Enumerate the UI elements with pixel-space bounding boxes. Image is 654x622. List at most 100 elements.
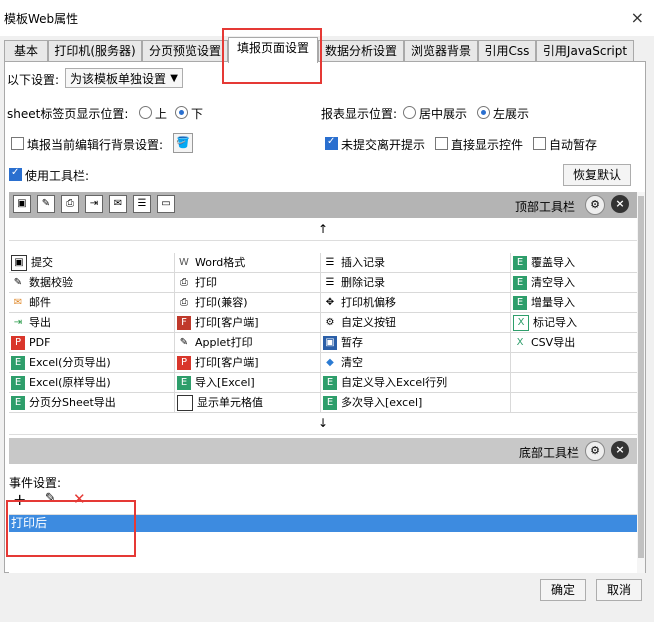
grid-cell-import-excel[interactable]: E 导入[Excel] [175,373,321,393]
scope-select[interactable]: 为该模板单独设置 ▼ [65,68,183,88]
grid-cell-incremental-import[interactable]: E 增量导入 [511,293,637,313]
move-down-button[interactable]: ↓ [9,416,637,435]
tab-css[interactable]: 引用Css [478,40,536,61]
event-item-after-print[interactable]: 打印后 [9,515,637,532]
excel-icon: E [513,296,527,310]
close-icon[interactable]: × [611,195,629,213]
radio-report-left[interactable] [477,106,490,119]
grid-cell-print-client[interactable]: F 打印[客户端] [175,313,321,333]
gear-icon[interactable]: ⚙ [585,441,605,461]
edit-icon[interactable]: ✎ [45,491,56,506]
grid-cell-empty [511,393,637,413]
grid-cell-print[interactable]: ⎙ 打印 [175,273,321,293]
scrollbar-thumb[interactable] [638,196,644,558]
email-icon[interactable]: ✉ [109,195,127,213]
gear-icon: ⚙ [325,317,335,328]
grid-cell-page-sheet-export[interactable]: E 分页分Sheet导出 [9,393,175,413]
radio-sheet-top[interactable] [139,106,152,119]
tab-printer-server[interactable]: 打印机(服务器) [48,40,142,61]
delete-icon[interactable]: ✕ [73,490,86,508]
gear-icon[interactable]: ⚙ [585,195,605,215]
grid-cell-insert-record[interactable]: ☰ 插入记录 [321,253,511,273]
grid-cell-label: Excel(分页导出) [29,356,111,369]
tab-basic[interactable]: 基本 [4,40,48,61]
grid-cell-label: 清空导入 [531,276,575,289]
grid-cell-empty [511,373,637,393]
grid-cell-email[interactable]: ✉ 邮件 [9,293,175,313]
add-icon[interactable]: + [13,490,26,509]
sheet-position-label: sheet标签页显示位置: [7,107,129,121]
grid-cell-label: 自定义导入Excel行列 [341,376,448,389]
grid-cell-pdf[interactable]: P PDF [9,333,175,353]
window-title: 模板Web属性 [4,12,79,26]
bottom-toolbar: 底部工具栏 ⚙ × [9,438,637,464]
radio-sheet-bottom[interactable] [175,106,188,119]
grid-cell-label: Excel(原样导出) [29,376,111,389]
grid-cell-excel-page-export[interactable]: E Excel(分页导出) [9,353,175,373]
grid-cell-print-client-pdf[interactable]: P 打印[客户端] [175,353,321,373]
grid-cell-label: 删除记录 [341,276,385,289]
tab-fill-page[interactable]: 填报页面设置 [228,37,318,63]
checkbox-direct-display[interactable] [435,137,448,150]
grid-cell-printer-offset[interactable]: ✥ 打印机偏移 [321,293,511,313]
grid-cell-show-cell-value[interactable]: 显示单元格值 [175,393,321,413]
top-toolbar-label: 顶部工具栏 [515,200,576,214]
grid-cell-label: 邮件 [29,296,51,309]
cancel-button[interactable]: 取消 [596,579,642,601]
radio-report-left-label: 左展示 [493,107,530,121]
grid-cell-label: 分页分Sheet导出 [29,396,116,409]
grid-cell-overwrite-import[interactable]: E 覆盖导入 [511,253,637,273]
insert-row-icon[interactable]: ☰ [133,195,151,213]
grid-cell-label: 导入[Excel] [195,376,255,389]
vertical-scrollbar[interactable] [637,192,645,574]
grid-cell-export[interactable]: ⇥ 导出 [9,313,175,333]
grid-cell-mark-import[interactable]: X 标记导入 [511,313,637,333]
move-icon: ✥ [325,297,335,308]
display-cell-icon[interactable]: ▭ [157,195,175,213]
tab-javascript[interactable]: 引用JavaScript [536,40,634,61]
close-icon[interactable]: × [631,8,644,27]
tab-page-preview[interactable]: 分页预览设置 [142,40,228,61]
use-toolbar-label: 使用工具栏: [25,169,90,183]
grid-cell-label: 打印[客户端] [195,316,259,329]
save-icon[interactable]: ▣ [13,195,31,213]
excel-icon: E [513,276,527,290]
report-position-label: 报表显示位置: [321,107,398,121]
tab-browser-bg[interactable]: 浏览器背景 [404,40,478,61]
paint-bucket-icon[interactable]: 🪣 [173,133,193,153]
print-icon[interactable]: ⎙ [61,195,79,213]
move-up-button[interactable]: ↑ [9,222,637,241]
grid-cell-excel-original-export[interactable]: E Excel(原样导出) [9,373,175,393]
close-icon[interactable]: × [611,441,629,459]
checkbox-use-toolbar[interactable] [9,167,22,181]
grid-cell-custom-button[interactable]: ⚙ 自定义按钮 [321,313,511,333]
cell-value-icon [177,395,193,411]
grid-cell-applet-print[interactable]: ✎ Applet打印 [175,333,321,353]
checkbox-unsubmitted[interactable] [325,136,338,150]
grid-cell-csv-export[interactable]: X CSV导出 [511,333,637,353]
radio-report-center[interactable] [403,106,416,119]
grid-cell-print-compatible[interactable]: ⎙ 打印(兼容) [175,293,321,313]
grid-cell-delete-record[interactable]: ☰ 删除记录 [321,273,511,293]
grid-cell-label: 多次导入[excel] [341,396,423,409]
scope-select-value: 为该模板单独设置 [70,72,167,86]
excel-icon: E [11,376,25,390]
grid-cell-submit[interactable]: ▣ 提交 [9,253,175,273]
grid-cell-clear[interactable]: ◆ 清空 [321,353,511,373]
grid-cell-temp-save[interactable]: ▣ 暂存 [321,333,511,353]
grid-cell-clear-import[interactable]: E 清空导入 [511,273,637,293]
restore-default-button[interactable]: 恢复默认 [563,164,631,186]
grid-cell-verify[interactable]: ✎ 数据校验 [9,273,175,293]
checkbox-fill-bg[interactable] [11,137,24,150]
csv-icon: X [516,337,524,348]
tab-data-analysis[interactable]: 数据分析设置 [318,40,404,61]
grid-cell-custom-import-excel[interactable]: E 自定义导入Excel行列 [321,373,511,393]
grid-cell-word[interactable]: W Word格式 [175,253,321,273]
fill-bg-label: 填报当前编辑行背景设置: [27,138,164,152]
grid-cell-multi-import[interactable]: E 多次导入[excel] [321,393,511,413]
checkbox-autosave[interactable] [533,137,546,150]
verify-icon[interactable]: ✎ [37,195,55,213]
export-icon[interactable]: ⇥ [85,195,103,213]
settings-panel: 以下设置: 为该模板单独设置 ▼ sheet标签页显示位置: 上 下 报表显示位… [4,61,646,575]
ok-button[interactable]: 确定 [540,579,586,601]
